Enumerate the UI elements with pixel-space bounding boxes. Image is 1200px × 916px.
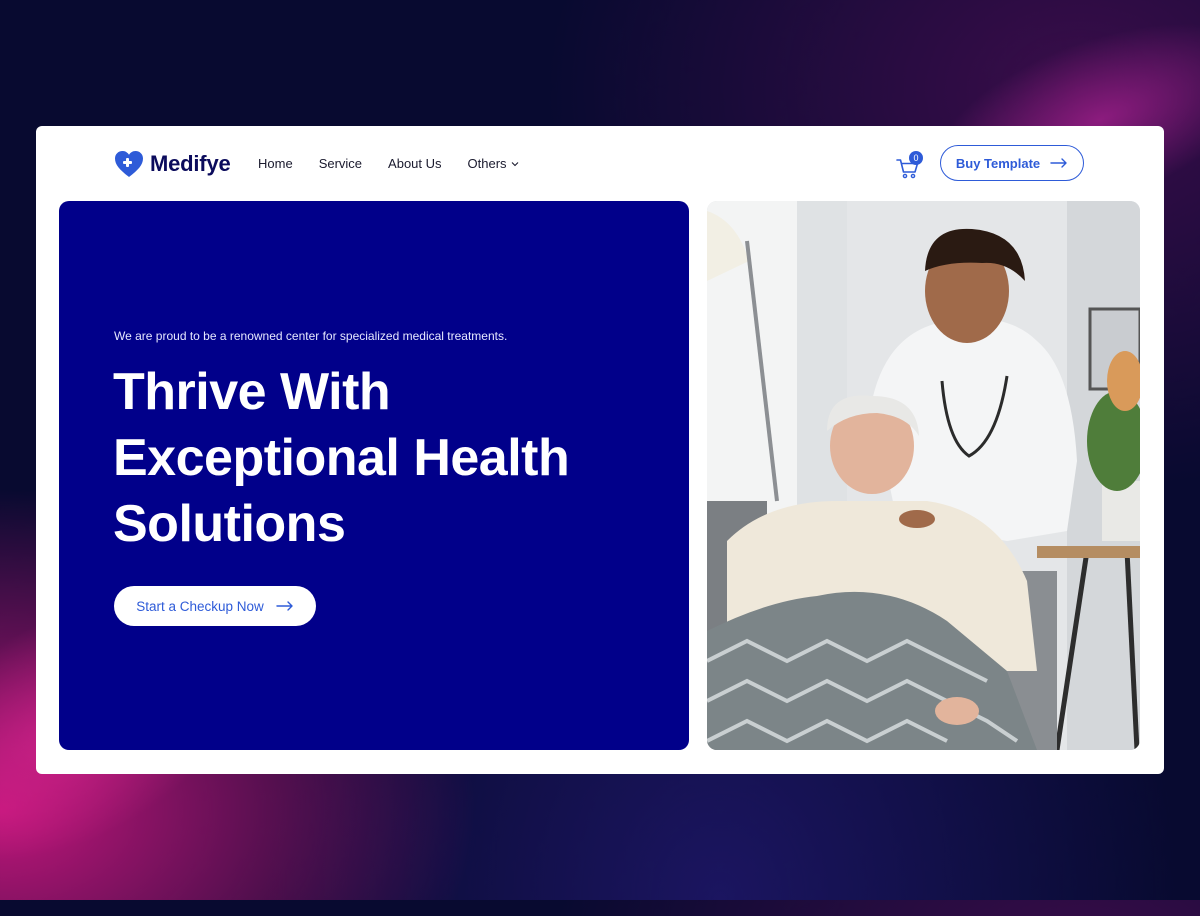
arrow-right-icon xyxy=(276,601,293,611)
nav-item-home[interactable]: Home xyxy=(258,156,293,171)
nav-item-about-us[interactable]: About Us xyxy=(388,156,441,171)
nurse-and-patient-photo xyxy=(707,201,1140,750)
headline-line: Solutions xyxy=(113,495,346,553)
nav-item-others[interactable]: Others xyxy=(468,156,519,171)
arrow-right-icon xyxy=(1050,158,1067,168)
hero-headline: Thrive With Exceptional Health Solutions xyxy=(113,359,633,557)
cart-button[interactable]: 0 xyxy=(896,151,924,179)
main-nav: Home Service About Us Others xyxy=(258,156,545,171)
start-checkup-label: Start a Checkup Now xyxy=(136,598,264,614)
heart-cross-icon xyxy=(115,151,143,177)
hero-photo xyxy=(707,201,1140,750)
buy-template-button[interactable]: Buy Template xyxy=(940,145,1084,181)
website-card: Medifye Home Service About Us Others 0 B… xyxy=(36,126,1164,774)
nav-item-service[interactable]: Service xyxy=(319,156,362,171)
headline-line: Thrive With xyxy=(113,363,391,421)
chevron-down-icon xyxy=(511,161,518,166)
cart-count-badge: 0 xyxy=(909,151,923,165)
buy-template-label: Buy Template xyxy=(955,155,1041,171)
headline-line: Exceptional Health xyxy=(113,429,570,487)
brand-name: Medifye xyxy=(150,151,231,176)
nav-item-others-label: Others xyxy=(467,156,507,171)
hero-panel: We are proud to be a renowned center for… xyxy=(59,201,689,750)
brand-logo[interactable]: Medifye xyxy=(114,150,231,178)
hero-tagline: We are proud to be a renowned center for… xyxy=(114,329,508,343)
start-checkup-button[interactable]: Start a Checkup Now xyxy=(114,586,316,626)
